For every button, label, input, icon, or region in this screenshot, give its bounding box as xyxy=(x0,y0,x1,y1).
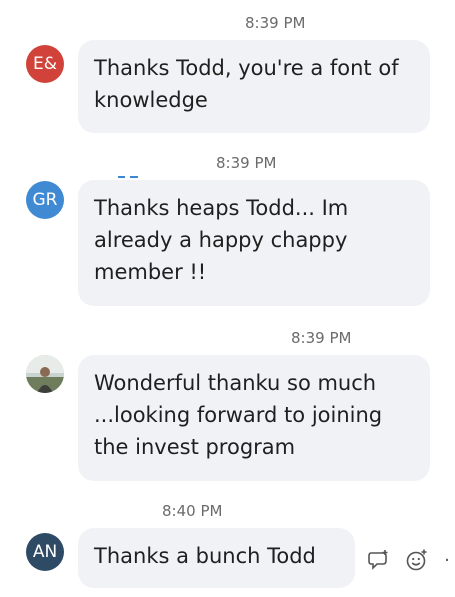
partial-underline xyxy=(118,176,125,178)
avatar-initials: E& xyxy=(33,54,57,74)
message-timestamp: 8:39 PM xyxy=(291,329,352,347)
message-bubble[interactable]: Thanks a bunch Todd xyxy=(78,528,355,588)
message-bubble[interactable]: Wonderful thanku so much ...looking forw… xyxy=(78,355,430,481)
message-actions: · xyxy=(364,544,454,576)
message-timestamp: 8:40 PM xyxy=(162,502,223,520)
message-line: already a happy chappy xyxy=(94,228,348,252)
add-reaction-icon xyxy=(406,549,427,571)
message-line: Thanks Todd, you're a font of xyxy=(94,56,399,80)
avatar-initials: GR xyxy=(32,190,58,210)
add-reaction-button[interactable] xyxy=(402,545,432,575)
message-bubble[interactable]: Thanks Todd, you're a font of knowledge xyxy=(78,40,430,133)
message-timestamp: 8:39 PM xyxy=(245,14,306,32)
message-line: member !! xyxy=(94,260,207,284)
message-line: Thanks a bunch Todd xyxy=(94,544,316,568)
message-line: Wonderful thanku so much xyxy=(94,371,377,395)
avatar[interactable]: E& xyxy=(26,45,64,83)
profile-photo-icon xyxy=(26,355,64,393)
message-line: Thanks heaps Todd... Im xyxy=(94,196,349,220)
message-bubble[interactable]: Thanks heaps Todd... Im already a happy … xyxy=(78,180,430,306)
message-timestamp: 8:39 PM xyxy=(216,154,277,172)
avatar-initials: AN xyxy=(32,542,58,562)
quote-reply-icon xyxy=(368,550,388,570)
message-line: ...looking forward to joining xyxy=(94,403,383,427)
avatar-photo[interactable] xyxy=(26,355,64,393)
message-line: the invest program xyxy=(94,435,296,459)
more-options-button[interactable]: · xyxy=(440,545,454,575)
avatar[interactable]: GR xyxy=(26,181,64,219)
message-line: knowledge xyxy=(94,88,208,112)
more-options-dot: · xyxy=(444,549,450,571)
avatar[interactable]: AN xyxy=(26,533,64,571)
quote-reply-button[interactable] xyxy=(364,545,394,575)
partial-underline xyxy=(130,176,138,178)
chat-thread: 8:39 PM E& Thanks Todd, you're a font of… xyxy=(0,0,455,597)
